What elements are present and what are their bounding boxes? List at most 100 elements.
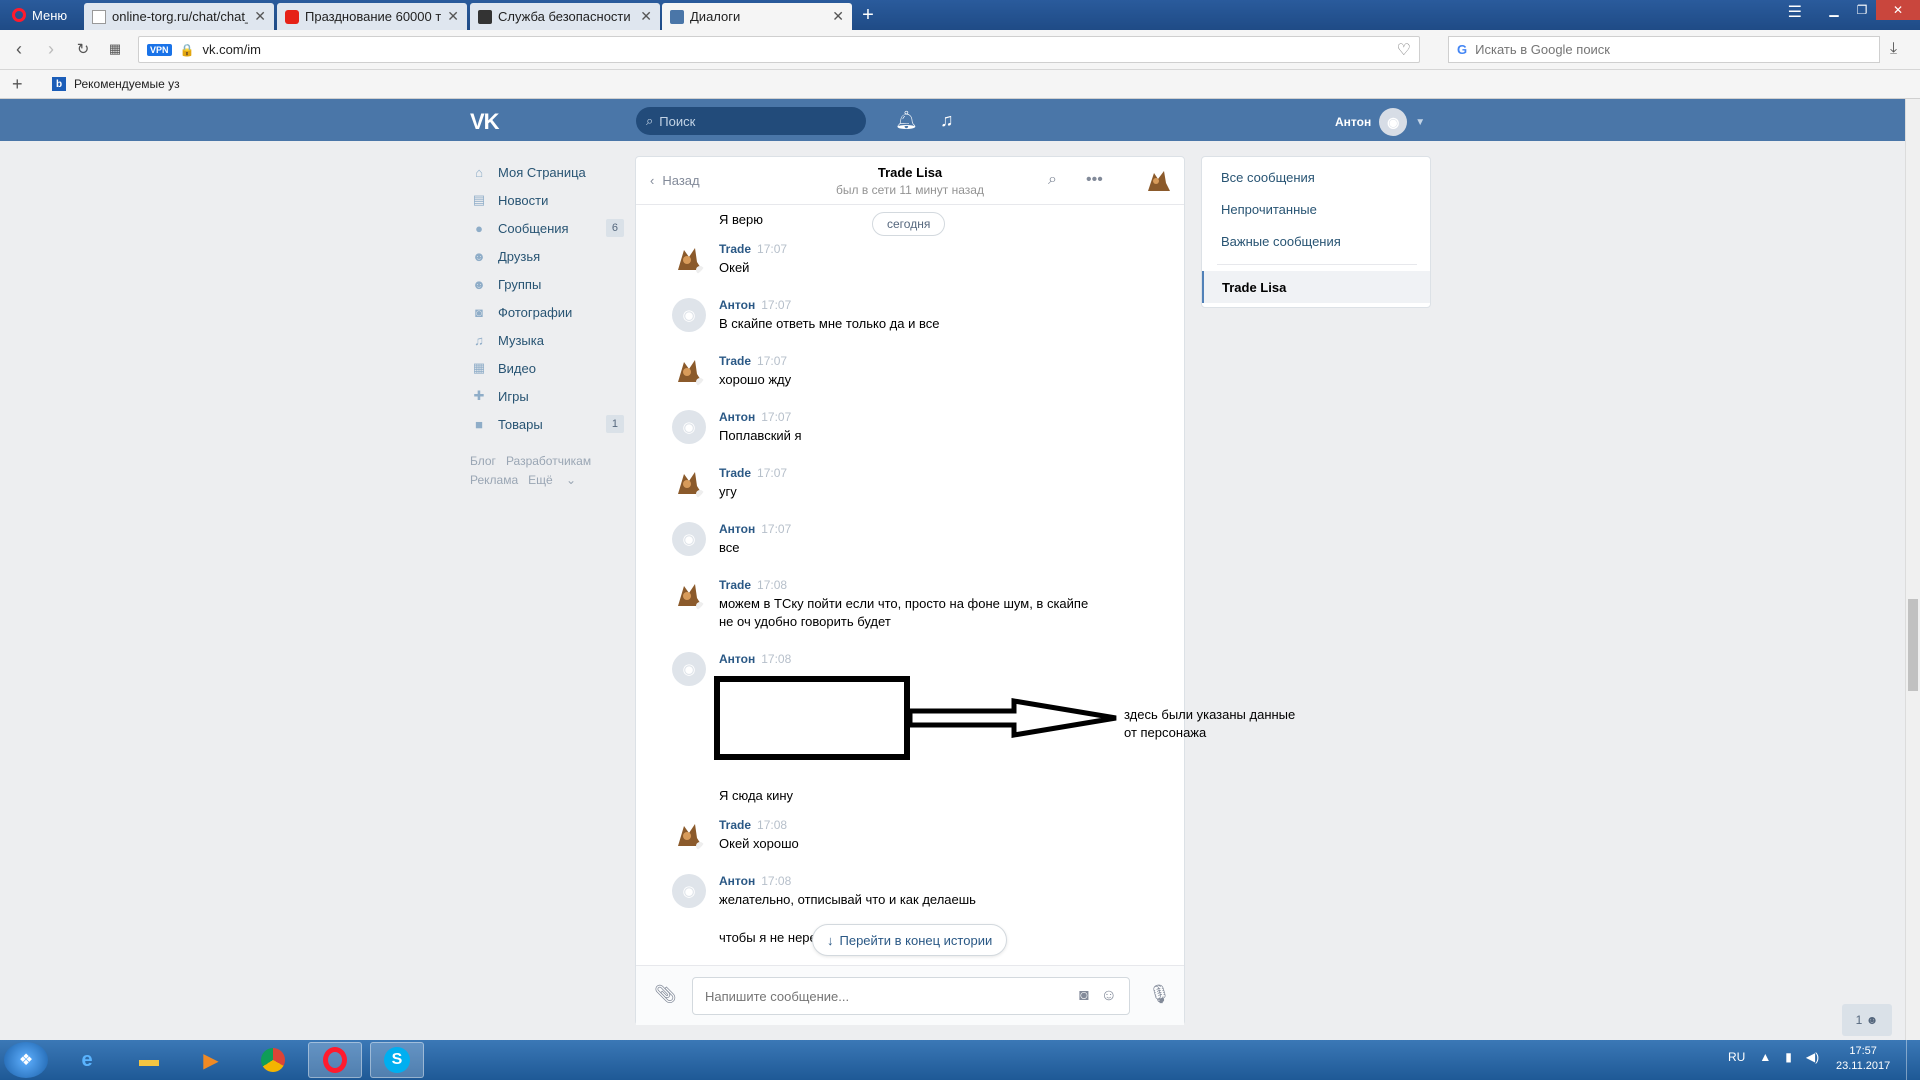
media-player-icon[interactable]: ▶ xyxy=(184,1042,238,1078)
emoji-icon[interactable]: ☺ xyxy=(1101,987,1117,1005)
skype-icon[interactable]: S xyxy=(370,1042,424,1078)
footer-link-developers[interactable]: Разработчикам xyxy=(506,454,591,468)
search-icon[interactable]: ⌕ xyxy=(1048,171,1057,189)
music-icon[interactable]: ♫ xyxy=(940,110,954,131)
menu-item-music[interactable]: ♫ Музыка xyxy=(470,326,624,354)
camera-avatar-icon[interactable]: ◉ xyxy=(672,298,706,332)
show-desktop-button[interactable] xyxy=(1906,1040,1920,1080)
author-name[interactable]: Антон xyxy=(719,522,755,536)
chrome-icon[interactable] xyxy=(246,1042,300,1078)
filter-important[interactable]: Важные сообщения xyxy=(1221,234,1341,249)
fox-avatar[interactable] xyxy=(672,242,706,276)
minimize-icon[interactable]: ▁ xyxy=(1820,0,1848,20)
google-search-field[interactable]: G xyxy=(1448,36,1880,63)
author-name[interactable]: Антон xyxy=(719,298,755,312)
author-name[interactable]: Trade xyxy=(719,578,751,592)
menu-item-video[interactable]: ▦ Видео xyxy=(470,354,624,382)
message-history[interactable]: Я верю сегодня Trade 17:07 Окей ◉ Антон 17… xyxy=(636,206,1184,964)
camera-icon[interactable]: ◙ xyxy=(1079,987,1089,1005)
ie-icon[interactable]: e xyxy=(60,1042,114,1078)
volume-icon[interactable]: ◀︎) xyxy=(1806,1050,1819,1064)
close-tab-icon[interactable]: ✕ xyxy=(640,8,652,25)
tab-online-torg[interactable]: online-torg.ru/chat/chat_o ✕ xyxy=(84,3,274,30)
tab-security[interactable]: Служба безопасности - О ✕ xyxy=(470,3,660,30)
url-text[interactable]: vk.com/im xyxy=(202,42,1388,57)
menu-item-messages[interactable]: ● Сообщения 6 xyxy=(470,214,624,242)
download-icon[interactable]: ⤓ xyxy=(1890,40,1897,58)
heart-icon[interactable]: ♡ xyxy=(1397,40,1411,60)
clock[interactable]: 17:57 23.11.2017 xyxy=(1836,1044,1890,1074)
reload-icon[interactable]: ↻ xyxy=(72,38,94,60)
menu-item-friends[interactable]: ☻ Друзья xyxy=(470,242,624,270)
bookmark-recommended[interactable]: b Рекомендуемые уз xyxy=(52,77,180,91)
close-tab-icon[interactable]: ✕ xyxy=(832,8,844,25)
author-name[interactable]: Антон xyxy=(719,874,755,888)
fox-avatar[interactable] xyxy=(672,466,706,500)
maximize-icon[interactable]: ❐ xyxy=(1848,0,1876,20)
menu-item-my-page[interactable]: ⌂ Моя Страница xyxy=(470,158,624,186)
filter-unread[interactable]: Непрочитанные xyxy=(1221,202,1317,217)
camera-avatar-icon[interactable]: ◉ xyxy=(672,410,706,444)
menu-item-goods[interactable]: ■ Товары 1 xyxy=(470,410,624,438)
footer-link-blog[interactable]: Блог xyxy=(470,454,496,468)
author-name[interactable]: Антон xyxy=(719,652,755,666)
author-name[interactable]: Антон xyxy=(719,410,755,424)
opera-icon[interactable] xyxy=(308,1042,362,1078)
tab-youtube[interactable]: Празднование 60000 тыс ✕ xyxy=(277,3,467,30)
tab-menu-icon[interactable]: ☰ xyxy=(1788,2,1802,22)
tray-arrow-icon[interactable]: ▲ xyxy=(1759,1050,1771,1064)
lock-icon[interactable]: 🔒 xyxy=(180,43,195,57)
author-name[interactable]: Trade xyxy=(719,466,751,480)
scrollbar-thumb[interactable] xyxy=(1908,599,1918,691)
network-icon[interactable]: ▮ xyxy=(1785,1050,1792,1064)
message-input-box[interactable]: ◙ ☺ xyxy=(692,977,1130,1015)
goto-end-button[interactable]: ↓ Перейти в конец истории xyxy=(812,924,1008,956)
vk-search-box[interactable]: ⌕ xyxy=(636,107,866,135)
folder-icon[interactable]: ▬ xyxy=(122,1042,176,1078)
add-bookmark-icon[interactable]: + xyxy=(12,74,26,95)
opera-menu-button[interactable]: Меню xyxy=(6,4,73,26)
camera-avatar-icon[interactable]: ◉ xyxy=(672,874,706,908)
url-field[interactable]: VPN 🔒 vk.com/im ♡ xyxy=(138,36,1420,63)
camera-avatar-icon[interactable]: ◉ xyxy=(672,652,706,686)
author-name[interactable]: Trade xyxy=(719,354,751,368)
tab-dialogs[interactable]: Диалоги ✕ xyxy=(662,3,852,30)
vpn-badge[interactable]: VPN xyxy=(147,43,172,56)
message-input[interactable] xyxy=(705,988,1079,1004)
speed-dial-icon[interactable]: ▦ xyxy=(104,38,126,60)
close-tab-icon[interactable]: ✕ xyxy=(254,8,266,25)
close-window-icon[interactable]: ✕ xyxy=(1876,0,1920,20)
menu-item-news[interactable]: ▤ Новости xyxy=(470,186,624,214)
menu-item-photos[interactable]: ◙ Фотографии xyxy=(470,298,624,326)
footer-link-ads[interactable]: Реклама xyxy=(470,473,518,487)
paperclip-icon[interactable]: 📎︎ xyxy=(654,984,677,1005)
language-indicator[interactable]: RU xyxy=(1728,1050,1745,1064)
close-tab-icon[interactable]: ✕ xyxy=(447,8,459,25)
vk-search-input[interactable] xyxy=(659,113,840,129)
fox-avatar[interactable] xyxy=(672,818,706,852)
active-dialog-item[interactable]: Trade Lisa xyxy=(1202,271,1430,303)
author-name[interactable]: Trade xyxy=(719,242,751,256)
filter-all-messages[interactable]: Все сообщения xyxy=(1221,170,1315,185)
bell-icon[interactable]: 🔔︎ xyxy=(895,110,918,131)
tab-title: Диалоги xyxy=(690,9,741,24)
microphone-icon[interactable]: 🎙︎ xyxy=(1148,984,1171,1005)
vk-logo[interactable]: VK xyxy=(470,109,500,135)
author-name[interactable]: Trade xyxy=(719,818,751,832)
friends-online-badge[interactable]: 1 ☻ xyxy=(1842,1004,1892,1036)
camera-avatar-icon[interactable]: ◉ xyxy=(672,522,706,556)
more-icon[interactable]: ••• xyxy=(1086,171,1103,189)
contact-avatar[interactable] xyxy=(1142,165,1174,197)
footer-link-more[interactable]: Ещё ⌄ xyxy=(528,473,576,487)
page-scrollbar[interactable] xyxy=(1905,99,1920,1040)
forward-icon[interactable]: › xyxy=(40,38,62,60)
fox-avatar[interactable] xyxy=(672,578,706,612)
new-tab-button[interactable]: + xyxy=(858,4,878,27)
google-search-input[interactable] xyxy=(1475,42,1856,57)
back-icon[interactable]: ‹ xyxy=(8,38,30,60)
menu-item-groups[interactable]: ☻ Группы xyxy=(470,270,624,298)
user-menu[interactable]: Антон ◉ ▼ xyxy=(1335,108,1425,136)
menu-item-games[interactable]: ✚ Игры xyxy=(470,382,624,410)
start-button[interactable]: ❖ xyxy=(4,1042,48,1078)
fox-avatar[interactable] xyxy=(672,354,706,388)
